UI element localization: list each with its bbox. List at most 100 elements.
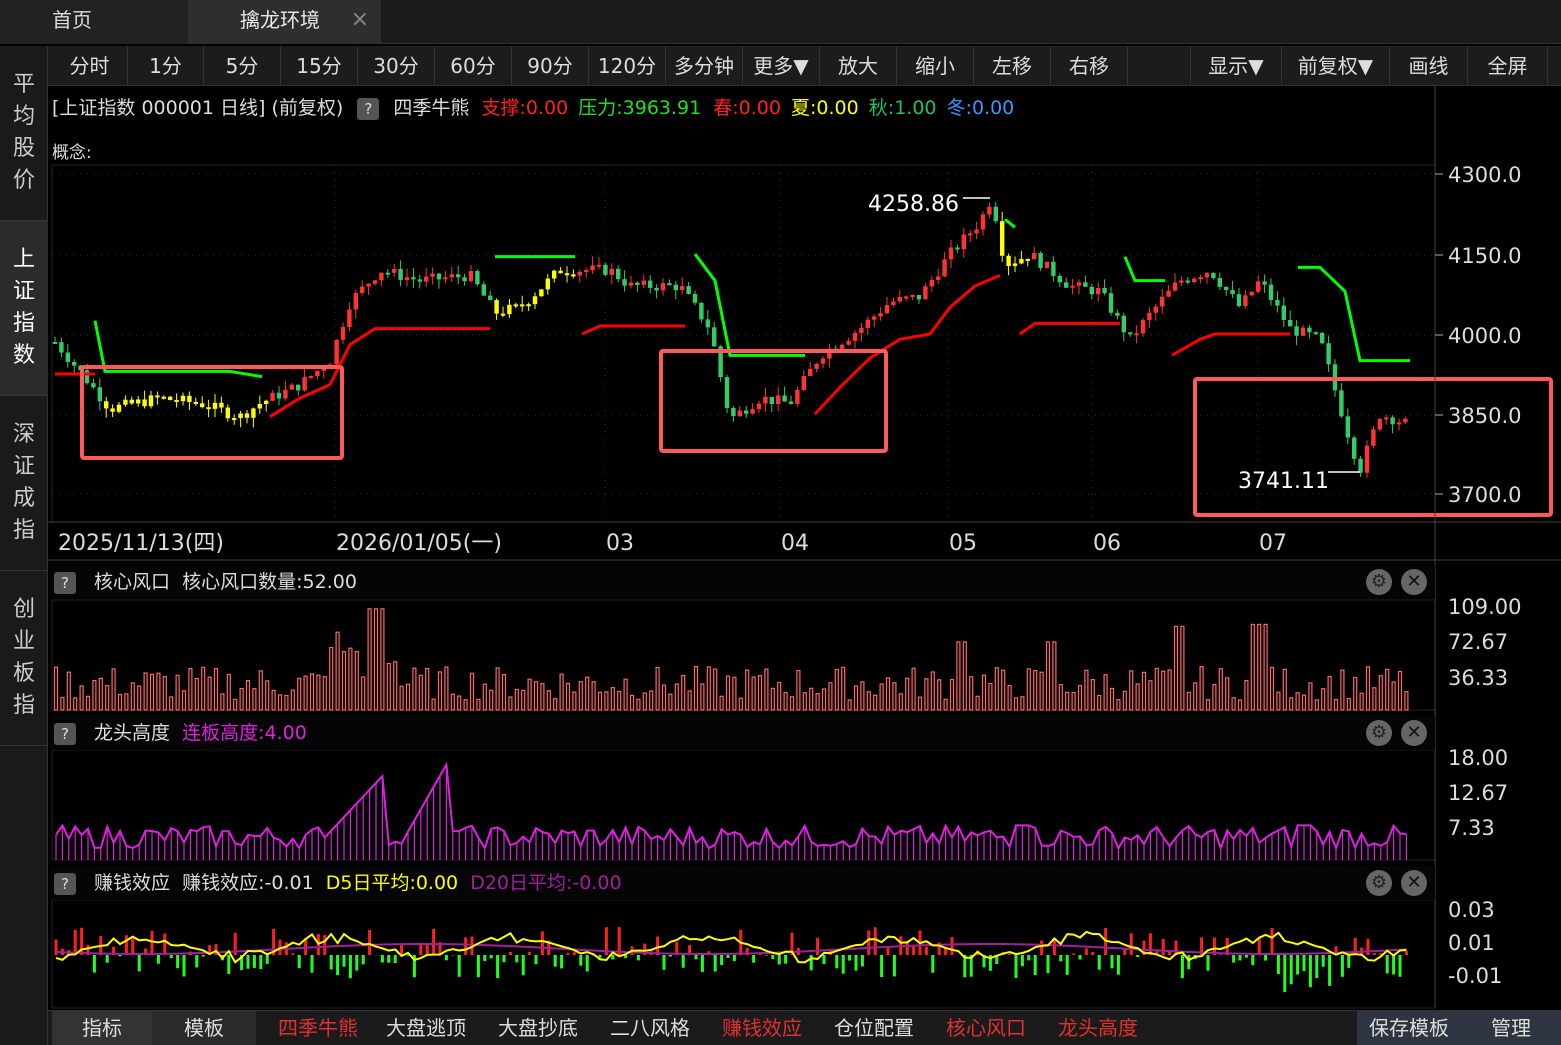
candle-body (283, 389, 288, 399)
sidebar-item-cyb-index[interactable]: 创业板指 (0, 571, 48, 746)
save-template-button[interactable]: 保存模板 (1357, 1011, 1461, 1045)
core-wind-bar (367, 608, 372, 711)
candle-body (148, 395, 154, 407)
core-wind-bar (1045, 641, 1051, 711)
candle-body (1262, 281, 1267, 285)
core-wind-bar (1103, 674, 1108, 711)
template-item[interactable]: 仓位配置 (826, 1011, 922, 1045)
profit-effect-bar (643, 943, 647, 955)
core-wind-bar (201, 666, 206, 711)
profit-effect-bar (579, 955, 583, 966)
help-icon[interactable]: ? (54, 872, 76, 895)
period-button[interactable]: 30分 (358, 46, 435, 86)
tab-home[interactable]: 首页 (0, 0, 188, 44)
core-wind-bar (1071, 691, 1076, 711)
core-wind-bar (181, 690, 187, 711)
candle-body (795, 389, 800, 404)
candle-body (859, 327, 864, 334)
template-item[interactable]: 大盘抄底 (490, 1011, 586, 1045)
indicator-tab[interactable]: 指标 (52, 1011, 152, 1045)
profit-effect-bar (131, 938, 135, 955)
help-icon[interactable]: ? (54, 571, 76, 594)
close-icon[interactable]: ✕ (1401, 569, 1427, 595)
core-wind-bar (949, 678, 955, 711)
close-icon[interactable]: ✕ (1401, 870, 1427, 896)
template-item[interactable]: 二八风格 (602, 1011, 698, 1045)
period-button[interactable]: 多分钟 (666, 46, 743, 86)
candle-body (315, 370, 320, 376)
core-wind-bar (79, 685, 84, 711)
core-wind-bar (124, 693, 129, 711)
period-button[interactable]: 120分 (589, 46, 666, 86)
core-wind-bar (252, 688, 257, 711)
core-wind-bar (213, 668, 219, 711)
candle-body (334, 339, 339, 365)
profit-effect-bar (828, 950, 832, 955)
core-wind-bar (1116, 699, 1121, 711)
profit-effect-bar (368, 929, 372, 955)
gear-icon[interactable]: ⚙ (1366, 720, 1392, 746)
sidebar-item-sh-index[interactable]: 上证指数 (0, 221, 48, 396)
display-dropdown[interactable]: 显示▼ (1190, 46, 1282, 86)
profit-effect-bar (1180, 955, 1184, 979)
period-button[interactable]: 5分 (204, 46, 281, 86)
profit-effect-bar (1212, 937, 1216, 955)
template-item[interactable]: 龙头高度 (1050, 1011, 1146, 1045)
candle-body (347, 309, 352, 328)
manage-button[interactable]: 管理 (1461, 1011, 1561, 1045)
period-button[interactable]: 分时 (52, 46, 128, 86)
period-button[interactable]: 15分 (281, 46, 358, 86)
template-tab[interactable]: 模板 (152, 1011, 256, 1045)
candle-body (744, 410, 749, 414)
pressure-value: 压力:3963.91 (578, 97, 702, 119)
candle-body (1345, 416, 1350, 438)
template-item[interactable]: 大盘逃顶 (378, 1011, 474, 1045)
profit-effect-bar (457, 955, 461, 977)
candle-body (289, 384, 294, 390)
candle-body (328, 364, 333, 369)
zoom-out-button[interactable]: 缩小 (897, 46, 974, 86)
profit-effect-bar (1148, 933, 1152, 955)
profit-effect-bar (739, 929, 743, 955)
move-right-button[interactable]: 右移 (1051, 46, 1128, 86)
x-tick-label: 04 (781, 531, 809, 556)
high-price-label: 4258.86 (868, 192, 959, 217)
sidebar-item-avg-price[interactable]: 平均股价 (0, 46, 48, 221)
plot-frame (51, 164, 1436, 523)
candle-body (443, 277, 448, 280)
help-icon[interactable]: ? (54, 722, 76, 745)
profit-effect-bar (348, 955, 352, 979)
profit-effect-bar (694, 955, 698, 960)
profit-effect-bar (726, 955, 730, 958)
period-button[interactable]: 1分 (128, 46, 204, 86)
fullscreen-button[interactable]: 全屏 (1468, 46, 1548, 86)
period-button[interactable]: 90分 (512, 46, 589, 86)
gear-icon[interactable]: ⚙ (1366, 569, 1392, 595)
candle-body (1403, 418, 1408, 423)
period-button[interactable]: 60分 (435, 46, 512, 86)
core-wind-bar (1301, 694, 1307, 711)
profit-effect-bar (387, 955, 391, 963)
zoom-in-button[interactable]: 放大 (820, 46, 897, 86)
template-item[interactable]: 核心风口 (938, 1011, 1034, 1045)
template-item[interactable]: 四季牛熊 (270, 1011, 366, 1045)
core-wind-bar (437, 671, 443, 711)
core-wind-bar (60, 696, 65, 711)
sidebar-item-sz-index[interactable]: 深证成指 (0, 396, 48, 571)
profit-effect-bar (745, 947, 749, 955)
candle-body (737, 410, 742, 417)
close-icon[interactable]: ✕ (1401, 720, 1427, 746)
tab-qinlong[interactable]: 擒龙环境 × (188, 0, 381, 44)
adjust-dropdown[interactable]: 前复权▼ (1282, 46, 1390, 86)
profit-effect-bar (777, 955, 781, 965)
candle-body (936, 276, 941, 280)
draw-line-button[interactable]: 画线 (1390, 46, 1468, 86)
d5-line (55, 930, 1407, 964)
profit-effect-bar (995, 955, 999, 965)
more-periods-dropdown[interactable]: 更多▼ (743, 46, 820, 86)
close-icon[interactable]: × (351, 0, 369, 40)
help-icon[interactable]: ? (357, 97, 380, 120)
gear-icon[interactable]: ⚙ (1366, 870, 1392, 896)
move-left-button[interactable]: 左移 (974, 46, 1051, 86)
template-item[interactable]: 赚钱效应 (714, 1011, 810, 1045)
